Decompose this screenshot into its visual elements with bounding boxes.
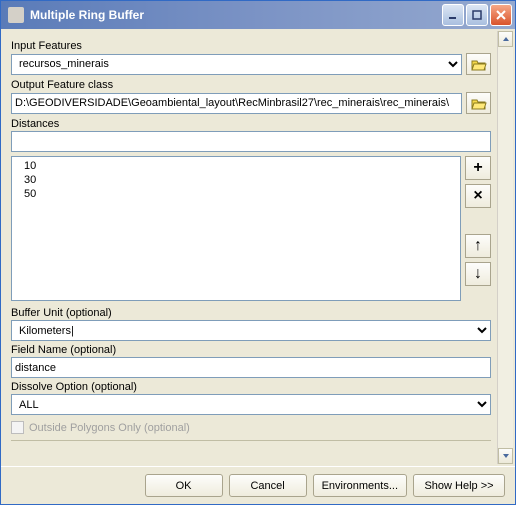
add-button[interactable]: + [465,156,491,180]
field-name-label: Field Name (optional) [11,344,491,356]
buffer-unit-label: Buffer Unit (optional) [11,307,491,319]
chevron-up-icon [502,35,510,43]
list-item[interactable]: 10 [14,159,458,173]
minimize-button[interactable] [442,4,464,26]
app-icon [8,7,24,23]
list-item[interactable]: 50 [14,187,458,201]
maximize-button[interactable] [466,4,488,26]
show-help-button[interactable]: Show Help >> [413,474,505,497]
distances-input[interactable] [11,131,491,152]
cancel-button[interactable]: Cancel [229,474,307,497]
titlebar: Multiple Ring Buffer [1,1,515,29]
chevron-down-icon [502,452,510,460]
output-feature-class-input[interactable] [11,93,462,114]
folder-open-icon [471,97,487,110]
outside-polygons-checkbox [11,421,24,434]
folder-open-icon [471,58,487,71]
output-browse-button[interactable] [466,92,491,114]
move-up-button[interactable]: ↑ [465,234,491,258]
ok-button[interactable]: OK [145,474,223,497]
divider [11,440,491,441]
content-area: Input Features recursos_minerais Output … [1,29,515,466]
window-root: Multiple Ring Buffer Input Features recu… [0,0,516,505]
outside-polygons-row: Outside Polygons Only (optional) [11,421,491,434]
footer: OK Cancel Environments... Show Help >> [1,466,515,504]
move-down-button[interactable]: ↓ [465,262,491,286]
output-feature-class-label: Output Feature class [11,79,491,91]
close-button[interactable] [490,4,512,26]
input-features-label: Input Features [11,40,491,52]
scroll-up-button[interactable] [498,31,513,47]
scroll-down-button[interactable] [498,448,513,464]
input-features-browse-button[interactable] [466,53,491,75]
x-icon: × [473,187,482,205]
list-item[interactable]: 30 [14,173,458,187]
dissolve-option-label: Dissolve Option (optional) [11,381,491,393]
outside-polygons-label: Outside Polygons Only (optional) [29,422,190,434]
plus-icon: + [473,159,482,177]
environments-button[interactable]: Environments... [313,474,407,497]
distances-list[interactable]: 10 30 50 [11,156,461,301]
distances-label: Distances [11,118,491,130]
buffer-unit-dropdown[interactable]: Kilometers| [11,320,491,341]
scrollbar[interactable] [497,31,513,464]
field-name-input[interactable] [11,357,491,378]
arrow-down-icon: ↓ [474,265,482,283]
window-title: Multiple Ring Buffer [28,8,440,22]
dissolve-option-dropdown[interactable]: ALL [11,394,491,415]
remove-button[interactable]: × [465,184,491,208]
input-features-dropdown[interactable]: recursos_minerais [11,54,462,75]
arrow-up-icon: ↑ [474,237,482,255]
